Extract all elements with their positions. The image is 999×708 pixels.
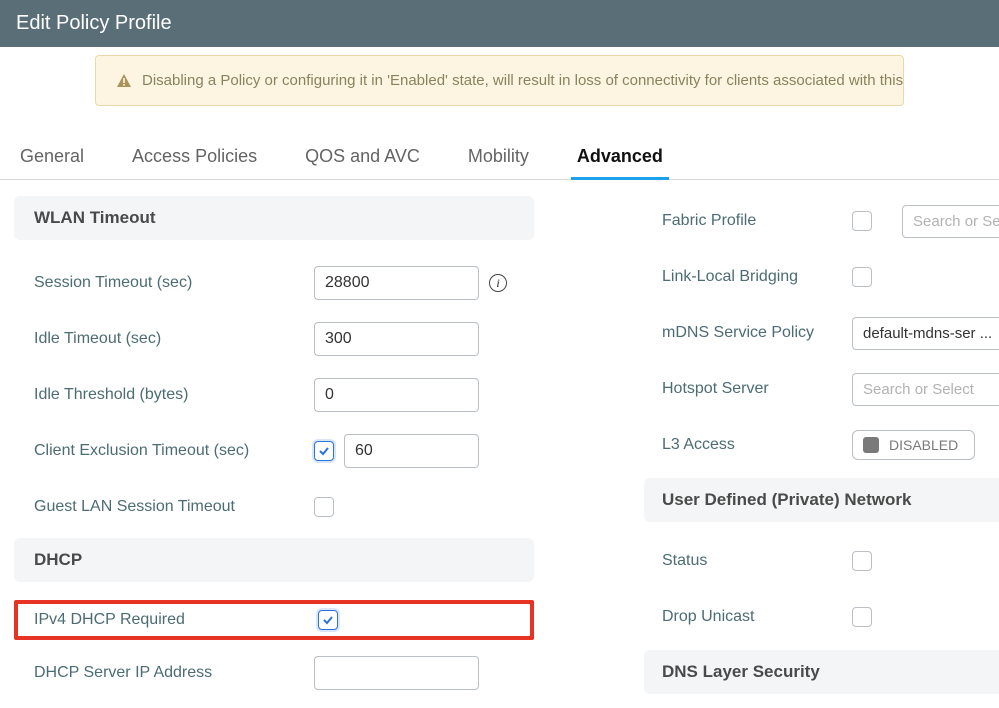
drop-unicast-checkbox[interactable] (852, 607, 872, 627)
link-local-checkbox[interactable] (852, 267, 872, 287)
l3-access-label: L3 Access (662, 436, 852, 454)
l3-access-value: DISABLED (889, 437, 958, 453)
client-exclusion-input[interactable] (344, 434, 479, 468)
tab-advanced[interactable]: Advanced (571, 136, 669, 179)
section-dhcp: DHCP (14, 538, 534, 582)
tab-general[interactable]: General (14, 136, 90, 179)
idle-threshold-label: Idle Threshold (bytes) (34, 386, 314, 404)
ipv4-dhcp-required-checkbox[interactable] (318, 610, 338, 630)
udn-status-label: Status (662, 552, 852, 570)
idle-threshold-input[interactable] (314, 378, 479, 412)
client-exclusion-label: Client Exclusion Timeout (sec) (34, 442, 314, 460)
session-timeout-input[interactable] (314, 266, 479, 300)
section-udn: User Defined (Private) Network (644, 478, 999, 522)
mdns-label: mDNS Service Policy (662, 324, 852, 342)
tab-bar: General Access Policies QOS and AVC Mobi… (0, 136, 999, 180)
session-timeout-label: Session Timeout (sec) (34, 274, 314, 292)
section-dns-layer-security: DNS Layer Security (644, 650, 999, 694)
tab-access-policies[interactable]: Access Policies (126, 136, 263, 179)
tab-mobility[interactable]: Mobility (462, 136, 535, 179)
warning-icon (116, 73, 132, 89)
guest-lan-checkbox[interactable] (314, 497, 334, 517)
page-title: Edit Policy Profile (0, 0, 999, 47)
mdns-select[interactable]: default-mdns-ser ... (852, 317, 999, 350)
dhcp-server-ip-label: DHCP Server IP Address (34, 664, 314, 682)
fabric-profile-checkbox[interactable] (852, 211, 872, 231)
ipv4-dhcp-highlight: IPv4 DHCP Required (14, 600, 534, 640)
idle-timeout-input[interactable] (314, 322, 479, 356)
fabric-profile-select[interactable]: Search or Select (902, 205, 999, 238)
hotspot-select[interactable]: Search or Select (852, 373, 999, 406)
client-exclusion-checkbox[interactable] (314, 441, 334, 461)
toggle-off-icon (863, 437, 879, 453)
hotspot-label: Hotspot Server (662, 380, 852, 398)
idle-timeout-label: Idle Timeout (sec) (34, 330, 314, 348)
info-icon[interactable]: i (489, 274, 507, 292)
section-wlan-timeout: WLAN Timeout (14, 196, 534, 240)
drop-unicast-label: Drop Unicast (662, 608, 852, 626)
udn-status-checkbox[interactable] (852, 551, 872, 571)
warning-banner: Disabling a Policy or configuring it in … (95, 55, 904, 106)
guest-lan-label: Guest LAN Session Timeout (34, 498, 314, 516)
warning-text: Disabling a Policy or configuring it in … (142, 72, 904, 89)
link-local-label: Link-Local Bridging (662, 268, 852, 286)
ipv4-dhcp-required-label: IPv4 DHCP Required (34, 611, 318, 629)
l3-access-toggle[interactable]: DISABLED (852, 430, 975, 460)
tab-qos-avc[interactable]: QOS and AVC (299, 136, 426, 179)
fabric-profile-label: Fabric Profile (662, 212, 852, 230)
dhcp-server-ip-input[interactable] (314, 656, 479, 690)
